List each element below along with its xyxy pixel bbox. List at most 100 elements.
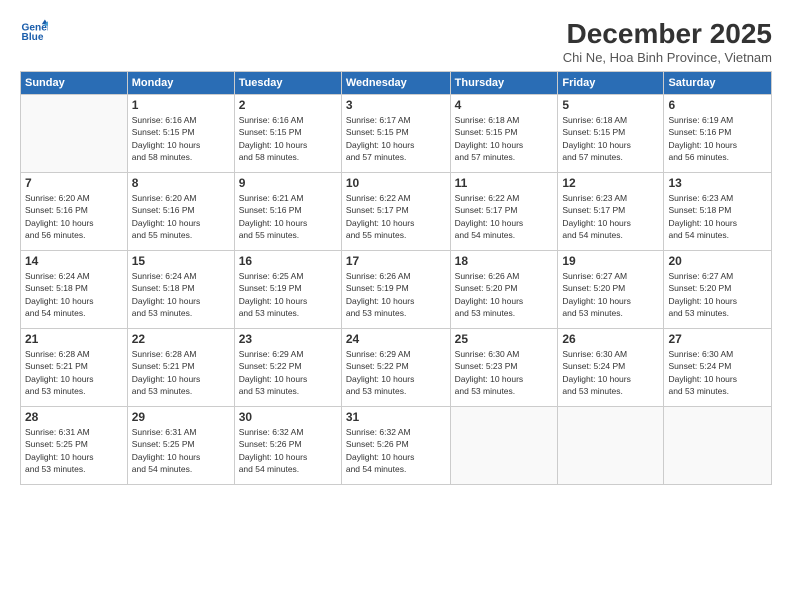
day-cell: 5 Sunrise: 6:18 AMSunset: 5:15 PMDaylight… xyxy=(558,95,664,173)
page: General Blue December 2025 Chi Ne, Hoa B… xyxy=(0,0,792,612)
day-info: Sunrise: 6:28 AMSunset: 5:21 PMDaylight:… xyxy=(132,348,230,397)
day-number: 4 xyxy=(455,98,554,112)
header-day-tuesday: Tuesday xyxy=(234,72,341,95)
day-info: Sunrise: 6:32 AMSunset: 5:26 PMDaylight:… xyxy=(239,426,337,475)
day-number: 27 xyxy=(668,332,767,346)
day-cell: 23 Sunrise: 6:29 AMSunset: 5:22 PMDayligh… xyxy=(234,329,341,407)
day-cell xyxy=(450,407,558,485)
day-info: Sunrise: 6:26 AMSunset: 5:19 PMDaylight:… xyxy=(346,270,446,319)
day-info: Sunrise: 6:18 AMSunset: 5:15 PMDaylight:… xyxy=(562,114,659,163)
day-info: Sunrise: 6:28 AMSunset: 5:21 PMDaylight:… xyxy=(25,348,123,397)
day-number: 18 xyxy=(455,254,554,268)
day-info: Sunrise: 6:20 AMSunset: 5:16 PMDaylight:… xyxy=(132,192,230,241)
day-info: Sunrise: 6:24 AMSunset: 5:18 PMDaylight:… xyxy=(25,270,123,319)
day-number: 9 xyxy=(239,176,337,190)
day-info: Sunrise: 6:29 AMSunset: 5:22 PMDaylight:… xyxy=(239,348,337,397)
svg-text:Blue: Blue xyxy=(22,32,44,43)
day-info: Sunrise: 6:20 AMSunset: 5:16 PMDaylight:… xyxy=(25,192,123,241)
day-info: Sunrise: 6:25 AMSunset: 5:19 PMDaylight:… xyxy=(239,270,337,319)
subtitle: Chi Ne, Hoa Binh Province, Vietnam xyxy=(563,50,772,65)
day-info: Sunrise: 6:18 AMSunset: 5:15 PMDaylight:… xyxy=(455,114,554,163)
day-number: 14 xyxy=(25,254,123,268)
header-day-sunday: Sunday xyxy=(21,72,128,95)
day-cell: 6 Sunrise: 6:19 AMSunset: 5:16 PMDaylight… xyxy=(664,95,772,173)
day-cell: 18 Sunrise: 6:26 AMSunset: 5:20 PMDayligh… xyxy=(450,251,558,329)
day-info: Sunrise: 6:19 AMSunset: 5:16 PMDaylight:… xyxy=(668,114,767,163)
day-cell: 28Sunrise: 6:31 AMSunset: 5:25 PMDayligh… xyxy=(21,407,128,485)
day-number: 29 xyxy=(132,410,230,424)
day-cell: 25Sunrise: 6:30 AMSunset: 5:23 PMDayligh… xyxy=(450,329,558,407)
day-number: 11 xyxy=(455,176,554,190)
day-number: 26 xyxy=(562,332,659,346)
week-row-0: 1 Sunrise: 6:16 AMSunset: 5:15 PMDaylight… xyxy=(21,95,772,173)
day-number: 17 xyxy=(346,254,446,268)
day-cell: 4 Sunrise: 6:18 AMSunset: 5:15 PMDaylight… xyxy=(450,95,558,173)
week-row-3: 21 Sunrise: 6:28 AMSunset: 5:21 PMDayligh… xyxy=(21,329,772,407)
calendar-table: SundayMondayTuesdayWednesdayThursdayFrid… xyxy=(20,71,772,485)
day-info: Sunrise: 6:22 AMSunset: 5:17 PMDaylight:… xyxy=(455,192,554,241)
day-cell xyxy=(664,407,772,485)
day-info: Sunrise: 6:26 AMSunset: 5:20 PMDaylight:… xyxy=(455,270,554,319)
day-cell: 9Sunrise: 6:21 AMSunset: 5:16 PMDaylight… xyxy=(234,173,341,251)
day-cell: 21 Sunrise: 6:28 AMSunset: 5:21 PMDayligh… xyxy=(21,329,128,407)
day-cell: 8 Sunrise: 6:20 AMSunset: 5:16 PMDaylight… xyxy=(127,173,234,251)
day-info: Sunrise: 6:27 AMSunset: 5:20 PMDaylight:… xyxy=(668,270,767,319)
day-number: 19 xyxy=(562,254,659,268)
day-number: 5 xyxy=(562,98,659,112)
day-number: 1 xyxy=(132,98,230,112)
day-cell: 1 Sunrise: 6:16 AMSunset: 5:15 PMDaylight… xyxy=(127,95,234,173)
day-cell xyxy=(21,95,128,173)
day-info: Sunrise: 6:29 AMSunset: 5:22 PMDaylight:… xyxy=(346,348,446,397)
header: General Blue December 2025 Chi Ne, Hoa B… xyxy=(20,18,772,65)
week-row-1: 7 Sunrise: 6:20 AMSunset: 5:16 PMDaylight… xyxy=(21,173,772,251)
day-cell: 20Sunrise: 6:27 AMSunset: 5:20 PMDayligh… xyxy=(664,251,772,329)
day-number: 30 xyxy=(239,410,337,424)
day-info: Sunrise: 6:22 AMSunset: 5:17 PMDaylight:… xyxy=(346,192,446,241)
header-day-friday: Friday xyxy=(558,72,664,95)
day-info: Sunrise: 6:31 AMSunset: 5:25 PMDaylight:… xyxy=(25,426,123,475)
day-number: 21 xyxy=(25,332,123,346)
day-info: Sunrise: 6:17 AMSunset: 5:15 PMDaylight:… xyxy=(346,114,446,163)
day-info: Sunrise: 6:23 AMSunset: 5:18 PMDaylight:… xyxy=(668,192,767,241)
day-number: 3 xyxy=(346,98,446,112)
header-day-thursday: Thursday xyxy=(450,72,558,95)
day-number: 8 xyxy=(132,176,230,190)
day-cell: 3 Sunrise: 6:17 AMSunset: 5:15 PMDaylight… xyxy=(341,95,450,173)
header-day-saturday: Saturday xyxy=(664,72,772,95)
day-info: Sunrise: 6:16 AMSunset: 5:15 PMDaylight:… xyxy=(132,114,230,163)
day-cell: 10 Sunrise: 6:22 AMSunset: 5:17 PMDayligh… xyxy=(341,173,450,251)
day-number: 10 xyxy=(346,176,446,190)
day-info: Sunrise: 6:16 AMSunset: 5:15 PMDaylight:… xyxy=(239,114,337,163)
day-cell: 13 Sunrise: 6:23 AMSunset: 5:18 PMDayligh… xyxy=(664,173,772,251)
day-cell: 7 Sunrise: 6:20 AMSunset: 5:16 PMDaylight… xyxy=(21,173,128,251)
day-info: Sunrise: 6:31 AMSunset: 5:25 PMDaylight:… xyxy=(132,426,230,475)
day-info: Sunrise: 6:30 AMSunset: 5:24 PMDaylight:… xyxy=(668,348,767,397)
logo: General Blue xyxy=(20,18,48,46)
day-cell: 15Sunrise: 6:24 AMSunset: 5:18 PMDayligh… xyxy=(127,251,234,329)
day-cell: 11 Sunrise: 6:22 AMSunset: 5:17 PMDayligh… xyxy=(450,173,558,251)
day-info: Sunrise: 6:27 AMSunset: 5:20 PMDaylight:… xyxy=(562,270,659,319)
day-info: Sunrise: 6:23 AMSunset: 5:17 PMDaylight:… xyxy=(562,192,659,241)
day-cell: 27 Sunrise: 6:30 AMSunset: 5:24 PMDayligh… xyxy=(664,329,772,407)
day-cell: 12Sunrise: 6:23 AMSunset: 5:17 PMDayligh… xyxy=(558,173,664,251)
day-number: 13 xyxy=(668,176,767,190)
day-number: 6 xyxy=(668,98,767,112)
day-cell: 2Sunrise: 6:16 AMSunset: 5:15 PMDaylight… xyxy=(234,95,341,173)
day-cell xyxy=(558,407,664,485)
day-info: Sunrise: 6:24 AMSunset: 5:18 PMDaylight:… xyxy=(132,270,230,319)
day-info: Sunrise: 6:30 AMSunset: 5:23 PMDaylight:… xyxy=(455,348,554,397)
day-cell: 31Sunrise: 6:32 AMSunset: 5:26 PMDayligh… xyxy=(341,407,450,485)
day-cell: 24 Sunrise: 6:29 AMSunset: 5:22 PMDayligh… xyxy=(341,329,450,407)
day-number: 24 xyxy=(346,332,446,346)
day-cell: 19 Sunrise: 6:27 AMSunset: 5:20 PMDayligh… xyxy=(558,251,664,329)
day-cell: 14 Sunrise: 6:24 AMSunset: 5:18 PMDayligh… xyxy=(21,251,128,329)
day-number: 22 xyxy=(132,332,230,346)
day-number: 16 xyxy=(239,254,337,268)
day-cell: 22 Sunrise: 6:28 AMSunset: 5:21 PMDayligh… xyxy=(127,329,234,407)
day-cell: 17 Sunrise: 6:26 AMSunset: 5:19 PMDayligh… xyxy=(341,251,450,329)
logo-icon: General Blue xyxy=(20,18,48,46)
week-row-4: 28Sunrise: 6:31 AMSunset: 5:25 PMDayligh… xyxy=(21,407,772,485)
day-cell: 26Sunrise: 6:30 AMSunset: 5:24 PMDayligh… xyxy=(558,329,664,407)
day-number: 7 xyxy=(25,176,123,190)
day-number: 23 xyxy=(239,332,337,346)
